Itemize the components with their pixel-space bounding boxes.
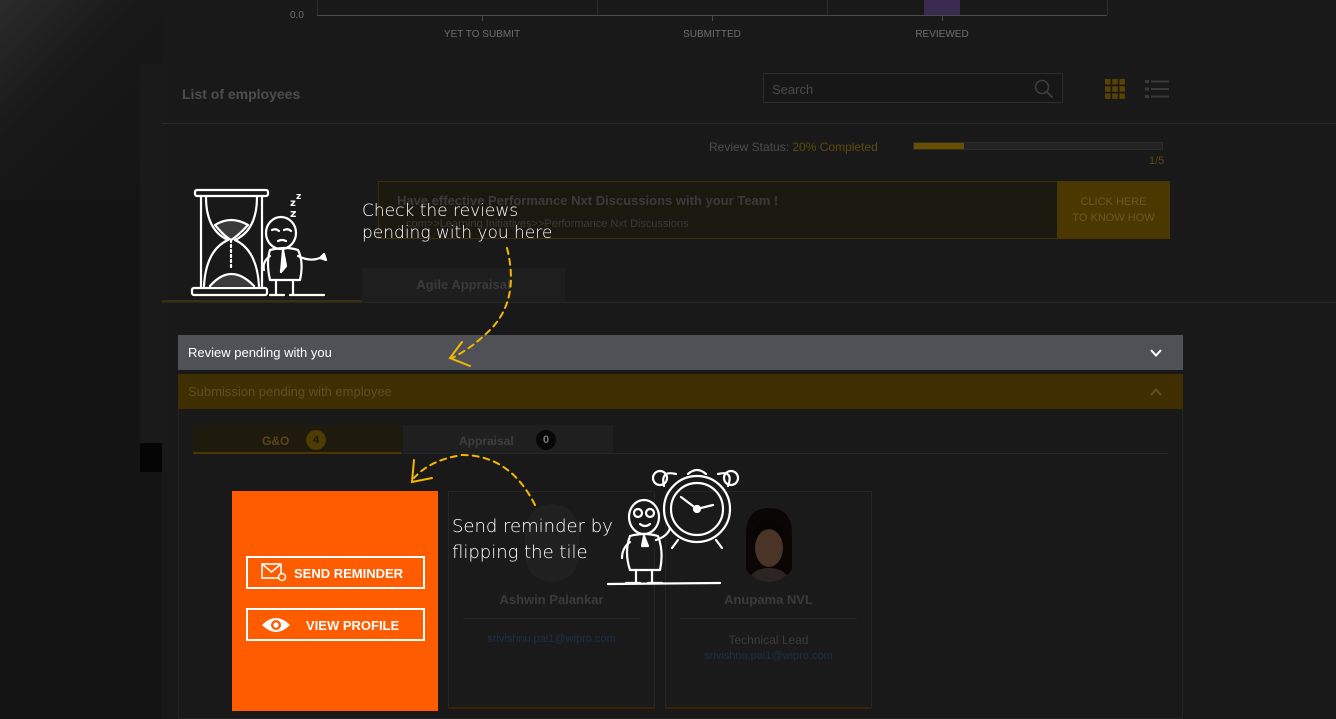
- coach-tip-line: pending with you here: [362, 223, 553, 243]
- send-reminder-button[interactable]: SEND REMINDER: [246, 556, 425, 589]
- accordion-review-pending-label: Review pending with you: [188, 345, 332, 360]
- tab-divider: [162, 302, 1336, 303]
- banner-cta-button[interactable]: CLICK HERE TO KNOW HOW: [1057, 181, 1170, 239]
- chart-bar-reviewed: [924, 0, 960, 15]
- employee-card[interactable]: Anupama NVL Technical Lead srivishnu.pai…: [665, 491, 872, 709]
- mail-icon: [261, 563, 287, 582]
- status-chart: 0.0 YET TO SUBMIT SUBMITTED REVIEWED: [162, 0, 1336, 52]
- accordion-submission-pending-label: Submission pending with employee: [188, 384, 392, 399]
- subtab-go-label: G&O: [262, 434, 290, 448]
- card-divider: [680, 618, 857, 619]
- chevron-down-icon: [1150, 349, 1162, 357]
- banner-cta-line2: TO KNOW HOW: [1072, 212, 1155, 224]
- search-icon[interactable]: [1034, 79, 1054, 99]
- employee-email[interactable]: srivishnu.pai1@wipro.com: [666, 650, 871, 662]
- employee-email[interactable]: srivishnu.pai1@wipro.com: [449, 633, 654, 645]
- subtab-go-count-badge: 4: [306, 430, 326, 450]
- review-status-label: Review Status:: [709, 140, 793, 154]
- eye-icon: [262, 618, 290, 632]
- banner-cta-line1: CLICK HERE: [1080, 196, 1147, 208]
- coach-tip-send-reminder: Send reminder by flipping the tile: [452, 514, 613, 566]
- grid-view-icon[interactable]: [1105, 79, 1125, 99]
- send-reminder-label: SEND REMINDER: [294, 566, 404, 581]
- employee-role: Technical Lead: [728, 633, 809, 647]
- chart-x-label: REVIEWED: [915, 29, 969, 40]
- card-divider: [463, 618, 640, 619]
- chart-x-label: YET TO SUBMIT: [443, 29, 521, 40]
- list-header: List of employees: [162, 62, 1336, 124]
- list-view-icon[interactable]: [1145, 79, 1169, 99]
- avatar: [742, 504, 796, 582]
- review-progress-fill: [914, 143, 964, 149]
- accordion-review-pending[interactable]: Review pending with you: [178, 335, 1183, 370]
- employee-name: Ashwin Palankar: [499, 592, 604, 607]
- coach-tip-review-pending: Check the reviews pending with you here: [362, 200, 552, 244]
- left-sidebar: [0, 0, 162, 719]
- subtab-go[interactable]: G&O 4: [193, 425, 401, 453]
- review-progress-bar: [913, 142, 1163, 150]
- chart-x-label: SUBMITTED: [683, 29, 741, 40]
- view-profile-button[interactable]: VIEW PROFILE: [246, 608, 425, 641]
- review-progress-count: 1/5: [1149, 155, 1165, 167]
- subtab-appraisal-count-badge: 0: [536, 430, 556, 450]
- review-status-value: 20% Completed: [792, 140, 878, 154]
- tab-agile-appraisal[interactable]: Agile Appraisal: [362, 268, 565, 302]
- list-title: List of employees: [182, 86, 301, 102]
- review-status: Review Status: 20% Completed: [709, 140, 878, 154]
- search-input[interactable]: [772, 80, 1022, 98]
- coach-tip-line: Check the reviews: [362, 201, 519, 221]
- chart-y-tick: 0.0: [290, 10, 304, 21]
- accordion-submission-pending[interactable]: Submission pending with employee: [178, 374, 1183, 409]
- subtab-active-underline: [193, 452, 401, 454]
- subtab-appraisal[interactable]: Appraisal 0: [403, 425, 613, 453]
- flipped-employee-tile: SEND REMINDER VIEW PROFILE: [232, 491, 438, 711]
- page-background: 0.0 YET TO SUBMIT SUBMITTED REVIEWED Lis…: [0, 0, 1336, 719]
- coach-tip-line: flipping the tile: [452, 542, 588, 563]
- chevron-up-icon: [1150, 388, 1162, 396]
- employee-name: Anupama NVL: [724, 592, 813, 607]
- view-profile-label: VIEW PROFILE: [306, 618, 400, 633]
- search-box: [763, 73, 1063, 103]
- subtab-appraisal-label: Appraisal: [459, 434, 514, 448]
- coach-tip-line: Send reminder by: [452, 516, 613, 537]
